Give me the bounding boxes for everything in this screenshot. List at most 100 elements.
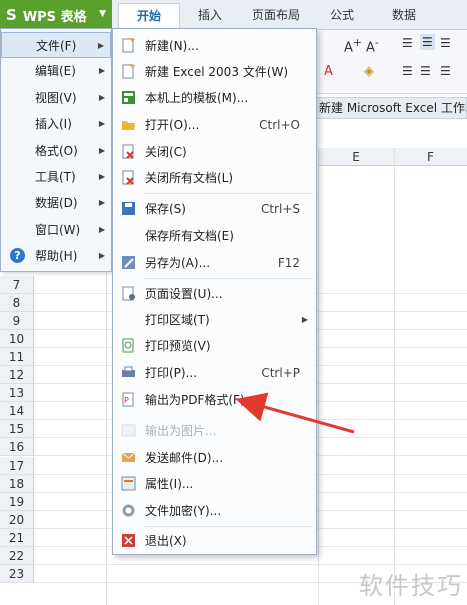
file-menu-item-2[interactable]: 新建 Excel 2003 文件(W) xyxy=(113,59,316,85)
new-excel-icon xyxy=(122,64,136,79)
file-menu-item-12[interactable]: 打印预览(V) xyxy=(113,333,316,359)
file-menu-item-label: 保存(S) xyxy=(145,202,186,216)
file-menu-item-16[interactable]: 发送邮件(D)... xyxy=(113,445,316,471)
menu-item-file[interactable]: 文件(F) ▶ xyxy=(1,32,111,58)
row-header[interactable]: 8 xyxy=(0,294,34,313)
font-color-icon[interactable]: A xyxy=(324,64,333,79)
shortcut-hint: Ctrl+P xyxy=(261,366,300,380)
menu-item-label: 文件(F) xyxy=(36,39,77,53)
row-header[interactable]: 23 xyxy=(0,564,34,583)
file-menu-item-5[interactable]: 关闭(C) xyxy=(113,139,316,165)
open-folder-icon xyxy=(122,121,135,130)
file-menu-item-7[interactable]: 保存(S) Ctrl+S xyxy=(113,196,316,222)
wps-logo-icon: S xyxy=(6,6,17,24)
menu-separator xyxy=(143,526,313,527)
chevron-right-icon: ▶ xyxy=(98,251,105,261)
file-menu-item-9[interactable]: 另存为(A)... F12 xyxy=(113,250,316,276)
file-menu-item-6[interactable]: 关闭所有文档(L) xyxy=(113,165,316,191)
gridline xyxy=(318,148,319,605)
row-header[interactable]: 9 xyxy=(0,312,34,331)
row-header[interactable]: 16 xyxy=(0,438,34,457)
shortcut-hint: F12 xyxy=(277,256,300,270)
file-menu-item-19[interactable]: 退出(X) xyxy=(113,528,316,554)
watermark-text: 软件技巧 xyxy=(359,572,463,600)
chevron-down-icon: ▼ xyxy=(99,9,106,19)
file-menu-item-label: 新建(N)... xyxy=(145,39,199,53)
font-size-increase-icon[interactable]: A+ xyxy=(344,36,362,55)
file-menu-item-11[interactable]: 打印区域(T) ▶ xyxy=(113,307,316,333)
menu-item-label: 编辑(E) xyxy=(35,64,76,79)
document-tab-title[interactable]: 新建 Microsoft Excel 工作表 xyxy=(316,97,467,119)
printer-icon xyxy=(122,366,135,377)
menu-separator xyxy=(143,193,313,194)
chevron-right-icon: ▶ xyxy=(98,172,105,181)
align-center-icon[interactable]: ☰ xyxy=(420,34,435,50)
row-header[interactable]: 21 xyxy=(0,528,34,547)
menu-item-help[interactable]: ? 帮助(H) ▶ xyxy=(1,243,111,269)
page-setup-icon xyxy=(122,286,135,301)
menu-item-view[interactable]: 视图(V) ▶ xyxy=(1,85,111,111)
row-header[interactable]: 10 xyxy=(0,330,34,349)
menu-item-data[interactable]: 数据(D) ▶ xyxy=(1,190,111,216)
menu-item-edit[interactable]: 编辑(E) ▶ xyxy=(1,58,111,84)
chevron-right-icon: ▶ xyxy=(98,198,105,208)
file-menu-item-label: 页面设置(U)... xyxy=(145,287,223,301)
tab-insert[interactable]: 插入 xyxy=(198,6,222,23)
indent-right-icon[interactable]: ☰ xyxy=(440,64,451,78)
file-menu-item-13[interactable]: 打印(P)... Ctrl+P xyxy=(113,360,316,386)
app-name: WPS 表格 xyxy=(22,9,87,25)
indent-center-icon[interactable]: ☰ xyxy=(420,64,431,78)
properties-icon xyxy=(121,476,136,491)
align-right-icon[interactable]: ☰ xyxy=(440,36,451,50)
tab-formulas[interactable]: 公式 xyxy=(330,6,354,23)
file-menu-item-4[interactable]: 打开(O)... Ctrl+O xyxy=(113,112,316,138)
file-menu-item-17[interactable]: 属性(I)... xyxy=(113,471,316,497)
row-header[interactable]: 18 xyxy=(0,474,34,493)
mail-icon xyxy=(121,452,136,462)
ribbon-panel: A+ A- ☰ ☰ ☰ A ◈ ☰ ☰ ☰ xyxy=(316,30,467,94)
file-menu-item-label: 属性(I)... xyxy=(145,477,194,491)
wps-app-menu-button[interactable]: S WPS 表格 ▼ xyxy=(0,0,112,30)
row-header[interactable]: 13 xyxy=(0,384,34,403)
file-menu-item-18[interactable]: 文件加密(Y)... xyxy=(113,498,316,524)
file-menu-item-label: 新建 Excel 2003 文件(W) xyxy=(145,65,288,79)
file-menu-item-3[interactable]: 本机上的模板(M)... xyxy=(113,85,316,111)
align-left-icon[interactable]: ☰ xyxy=(402,36,413,50)
row-header[interactable]: 14 xyxy=(0,402,34,421)
menu-item-window[interactable]: 窗口(W) ▶ xyxy=(1,217,111,243)
row-header[interactable]: 12 xyxy=(0,366,34,385)
menu-item-label: 数据(D) xyxy=(35,196,78,211)
file-menu-item-1[interactable]: 新建(N)... xyxy=(113,33,316,59)
file-menu-item-label: 输出为图片... xyxy=(145,424,217,438)
menu-item-format[interactable]: 格式(O) ▶ xyxy=(1,138,111,164)
file-menu-item-label: 关闭(C) xyxy=(145,145,187,159)
file-menu-item-label: 打印(P)... xyxy=(145,366,198,380)
shortcut-hint: Ctrl+S xyxy=(260,202,300,216)
column-header-e[interactable]: E xyxy=(318,148,394,166)
font-size-decrease-icon[interactable]: A- xyxy=(366,36,379,55)
indent-left-icon[interactable]: ☰ xyxy=(402,64,413,78)
row-header[interactable]: 22 xyxy=(0,546,34,565)
row-header[interactable]: 19 xyxy=(0,492,34,511)
row-header[interactable]: 7 xyxy=(0,276,34,294)
menu-item-tools[interactable]: 工具(T) ▶ xyxy=(1,164,111,190)
column-header-f[interactable]: F xyxy=(394,148,467,166)
close-all-icon xyxy=(122,170,134,185)
menu-item-label: 插入(I) xyxy=(35,117,72,132)
row-header[interactable]: 15 xyxy=(0,420,34,439)
row-header[interactable]: 20 xyxy=(0,510,34,529)
chevron-right-icon: ▶ xyxy=(97,41,104,50)
menu-item-insert[interactable]: 插入(I) ▶ xyxy=(1,111,111,137)
tab-page-layout[interactable]: 页面布局 xyxy=(252,6,300,23)
file-menu-item-label: 打印预览(V) xyxy=(145,339,211,353)
file-menu-item-8[interactable]: 保存所有文档(E) xyxy=(113,223,316,249)
file-menu-item-14[interactable]: P 输出为PDF格式(F)... xyxy=(113,387,316,413)
tab-home[interactable]: 开始 xyxy=(118,3,180,30)
row-header[interactable]: 17 xyxy=(0,456,34,475)
fill-color-icon[interactable]: ◈ xyxy=(364,64,374,79)
image-icon xyxy=(121,424,136,437)
tab-data[interactable]: 数据 xyxy=(392,6,416,23)
help-icon: ? xyxy=(10,248,25,264)
row-header[interactable]: 11 xyxy=(0,348,34,367)
file-menu-item-10[interactable]: 页面设置(U)... xyxy=(113,281,316,307)
